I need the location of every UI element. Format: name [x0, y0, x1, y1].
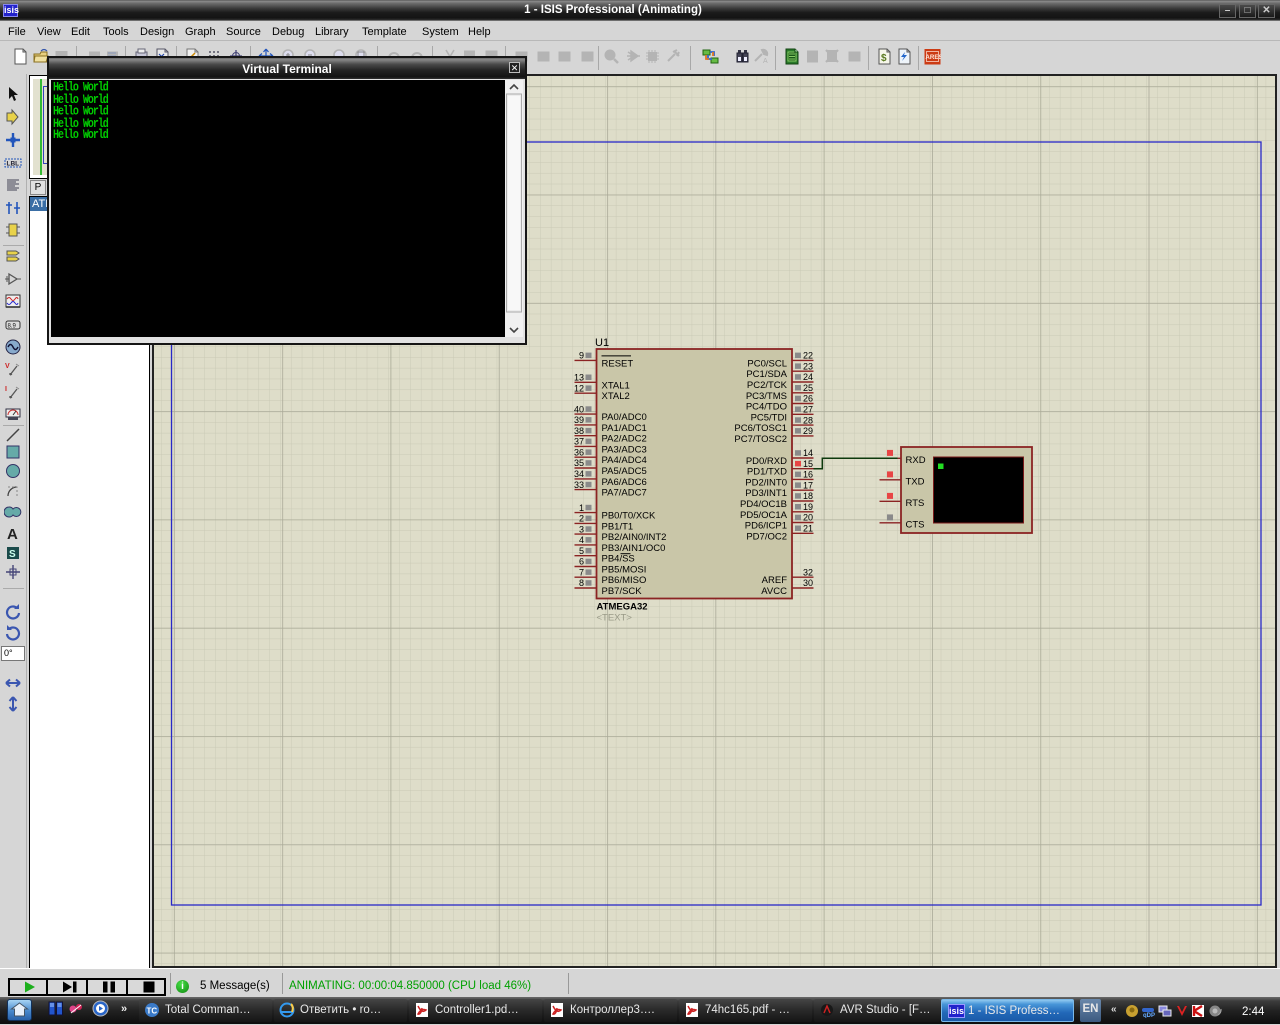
svg-text:XTAL2: XTAL2	[602, 391, 630, 402]
svg-text:36: 36	[574, 447, 584, 457]
svg-text:30: 30	[803, 578, 813, 588]
svg-text:22: 22	[803, 351, 813, 361]
svg-text:PB3/AIN1/OC0: PB3/AIN1/OC0	[602, 543, 666, 554]
svg-text:PA0/ADC0: PA0/ADC0	[602, 412, 647, 423]
svg-text:23: 23	[803, 361, 813, 371]
svg-text:27: 27	[803, 405, 813, 415]
svg-text:RXD: RXD	[906, 455, 926, 466]
svg-text:PC1/SDA: PC1/SDA	[746, 369, 787, 380]
svg-text:PD6/ICP1: PD6/ICP1	[745, 521, 787, 532]
svg-text:RESET: RESET	[602, 358, 634, 369]
svg-text:20: 20	[803, 513, 813, 523]
svg-text:PB4/SS: PB4/SS	[602, 554, 635, 565]
svg-text:21: 21	[803, 524, 813, 534]
svg-text:qDP: qDP	[1143, 1013, 1155, 1018]
svg-text:5: 5	[579, 546, 584, 556]
svg-text:PB6/MISO: PB6/MISO	[602, 575, 647, 586]
svg-text:PD3/INT1: PD3/INT1	[745, 488, 787, 499]
svg-text:CTS: CTS	[906, 519, 925, 530]
svg-text:3: 3	[579, 524, 584, 534]
svg-text:PC5/TDI: PC5/TDI	[751, 412, 787, 423]
svg-text:PD2/INT0: PD2/INT0	[745, 477, 787, 488]
svg-text:8: 8	[579, 578, 584, 588]
svg-text:PC3/TMS: PC3/TMS	[746, 391, 787, 402]
svg-text:PC7/TOSC2: PC7/TOSC2	[734, 434, 787, 445]
svg-text:18: 18	[803, 491, 813, 501]
svg-text:PB2/AIN0/INT2: PB2/AIN0/INT2	[602, 532, 667, 543]
svg-text:26: 26	[803, 394, 813, 404]
svg-text:14: 14	[803, 448, 813, 458]
svg-text:37: 37	[574, 437, 584, 447]
svg-text:38: 38	[574, 426, 584, 436]
svg-text:A: A	[7, 526, 18, 542]
svg-text:PA3/ADC3: PA3/ADC3	[602, 444, 647, 455]
svg-text:RTS: RTS	[906, 498, 925, 509]
svg-text:PC0/SCL: PC0/SCL	[747, 358, 787, 369]
svg-text:PA7/ADC7: PA7/ADC7	[602, 488, 647, 499]
svg-text:AVCC: AVCC	[761, 586, 787, 597]
svg-text:PB5/MOSI: PB5/MOSI	[602, 565, 647, 576]
svg-text:35: 35	[574, 458, 584, 468]
svg-text:PA5/ADC5: PA5/ADC5	[602, 466, 647, 477]
svg-text:V: V	[5, 363, 10, 370]
svg-text:39: 39	[574, 415, 584, 425]
svg-text:PA4/ADC4: PA4/ADC4	[602, 455, 647, 466]
svg-text:TXD: TXD	[906, 476, 925, 487]
svg-text:8.9: 8.9	[8, 323, 17, 329]
svg-text:PD7/OC2: PD7/OC2	[746, 531, 787, 542]
svg-text:PD4/OC1B: PD4/OC1B	[740, 499, 787, 510]
svg-text:PC2/TCK: PC2/TCK	[747, 380, 788, 391]
svg-text:PB7/SCK: PB7/SCK	[602, 586, 643, 597]
svg-text:$: $	[881, 53, 887, 64]
svg-text:AREF: AREF	[762, 575, 788, 586]
svg-text:33: 33	[574, 480, 584, 490]
svg-text:PA2/ADC2: PA2/ADC2	[602, 434, 647, 445]
svg-text:2: 2	[579, 514, 584, 524]
svg-text:A: A	[763, 58, 768, 65]
svg-text:PC4/TDO: PC4/TDO	[746, 402, 787, 413]
svg-text:12: 12	[574, 383, 584, 393]
svg-text:40: 40	[574, 404, 584, 414]
svg-text:U1: U1	[595, 337, 609, 349]
svg-text:S: S	[9, 549, 16, 560]
svg-text:29: 29	[803, 426, 813, 436]
svg-text:PD1/TXD: PD1/TXD	[747, 467, 787, 478]
svg-text:<TEXT>: <TEXT>	[597, 613, 633, 624]
svg-text:32: 32	[803, 567, 813, 577]
svg-text:PA1/ADC1: PA1/ADC1	[602, 423, 647, 434]
svg-text:15: 15	[803, 459, 813, 469]
svg-text:19: 19	[803, 502, 813, 512]
svg-text:PA6/ADC6: PA6/ADC6	[602, 477, 647, 488]
svg-text:7: 7	[579, 567, 584, 577]
svg-text:25: 25	[803, 383, 813, 393]
svg-text:ATMEGA32: ATMEGA32	[597, 602, 648, 613]
svg-text:13: 13	[574, 373, 584, 383]
svg-text:PB0/T0/XCK: PB0/T0/XCK	[602, 511, 657, 522]
svg-text:PD0/RXD: PD0/RXD	[746, 456, 787, 467]
svg-text:TC: TC	[147, 1007, 158, 1016]
svg-text:6: 6	[579, 557, 584, 567]
svg-text:PC6/TOSC1: PC6/TOSC1	[734, 423, 787, 434]
svg-text:16: 16	[803, 470, 813, 480]
svg-text:17: 17	[803, 480, 813, 490]
svg-text:PD5/OC1A: PD5/OC1A	[740, 510, 788, 521]
svg-text:XTAL1: XTAL1	[602, 380, 630, 391]
svg-text:34: 34	[574, 469, 584, 479]
svg-text:24: 24	[803, 372, 813, 382]
svg-text:PB1/T1: PB1/T1	[602, 521, 634, 532]
svg-text:LBL: LBL	[7, 160, 20, 167]
svg-text:I: I	[5, 386, 7, 393]
svg-text:4: 4	[579, 535, 584, 545]
svg-text:9: 9	[579, 351, 584, 361]
svg-text:1: 1	[579, 503, 584, 513]
svg-text:28: 28	[803, 415, 813, 425]
